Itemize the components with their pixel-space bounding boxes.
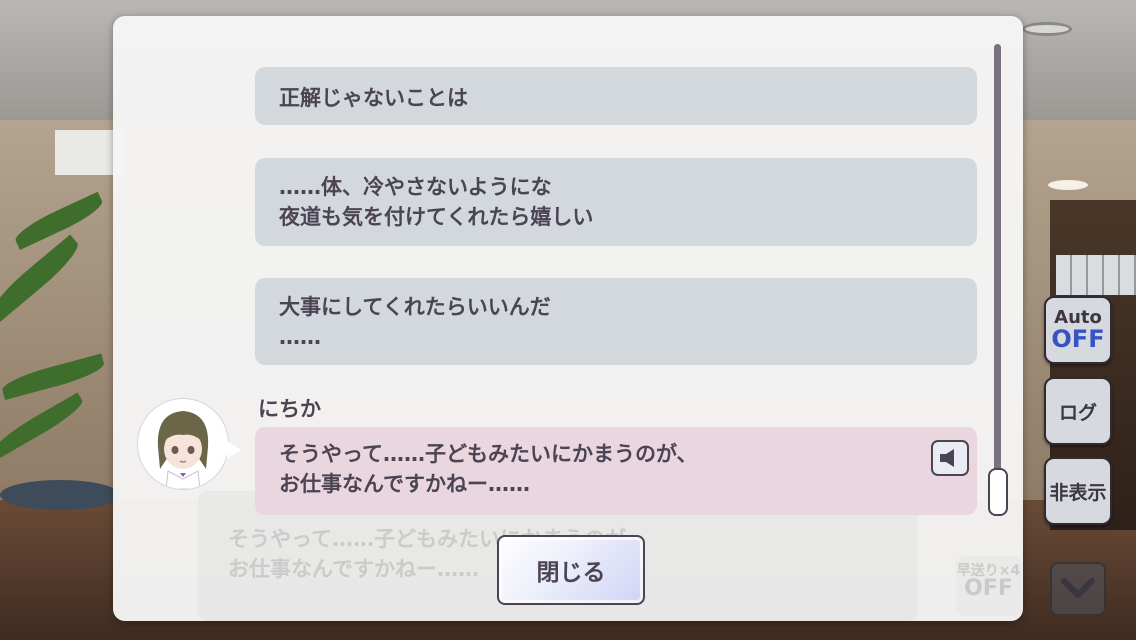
hide-ui-button[interactable]: 非表示 — [1044, 457, 1112, 525]
ceiling-light — [1022, 22, 1072, 36]
log-entry-line: 正解じゃないことは — [279, 86, 468, 110]
auto-toggle-button[interactable]: Auto OFF — [1044, 296, 1112, 364]
close-button[interactable]: 閉じる — [497, 535, 645, 605]
downlight — [1048, 180, 1088, 190]
log-entry-line: 夜道も気を付けてくれたら嬉しい — [279, 205, 594, 229]
log-scrollbar-track[interactable] — [994, 44, 1001, 512]
auto-state: OFF — [1051, 325, 1105, 353]
fast-forward-value: OFF — [964, 576, 1013, 601]
dialog-log-panel: そうやって……子どもみたいにかまうのが、 お仕事なんですかねー…… 早送り×4 … — [113, 16, 1023, 621]
log-entry: ……体、冷やさないようにな 夜道も気を付けてくれたら嬉しい — [255, 158, 977, 246]
log-entry-line: 大事にしてくれたらいいんだ — [279, 295, 551, 319]
log-button[interactable]: ログ — [1044, 377, 1112, 445]
speaker-icon — [940, 449, 954, 467]
log-entry: 正解じゃないことは — [255, 67, 977, 125]
advance-button[interactable] — [1050, 562, 1106, 616]
log-button-label: ログ — [1058, 401, 1097, 424]
hide-ui-label: 非表示 — [1049, 481, 1107, 504]
speaker-name: にちか — [258, 397, 321, 421]
shelf-files — [1056, 255, 1136, 295]
chevron-down-icon — [1061, 578, 1095, 598]
fast-forward-badge: 早送り×4 OFF — [956, 556, 1021, 616]
log-entry-line: …… — [279, 325, 321, 349]
plant-pot — [0, 480, 120, 510]
log-entry-line: ……体、冷やさないようにな — [279, 175, 552, 199]
avatar-illustration — [138, 399, 228, 489]
current-line-text: そうやって……子どもみたいにかまうのが、 — [279, 442, 698, 466]
voice-replay-button[interactable] — [931, 440, 969, 476]
character-avatar — [138, 399, 228, 489]
current-line-entry: そうやって……子どもみたいにかまうのが、 お仕事なんですかねー…… — [255, 427, 977, 515]
speech-tail — [227, 441, 241, 459]
log-scrollbar-thumb[interactable] — [988, 468, 1008, 516]
current-line-text: お仕事なんですかねー…… — [279, 472, 530, 496]
log-entry: 大事にしてくれたらいいんだ …… — [255, 278, 977, 365]
